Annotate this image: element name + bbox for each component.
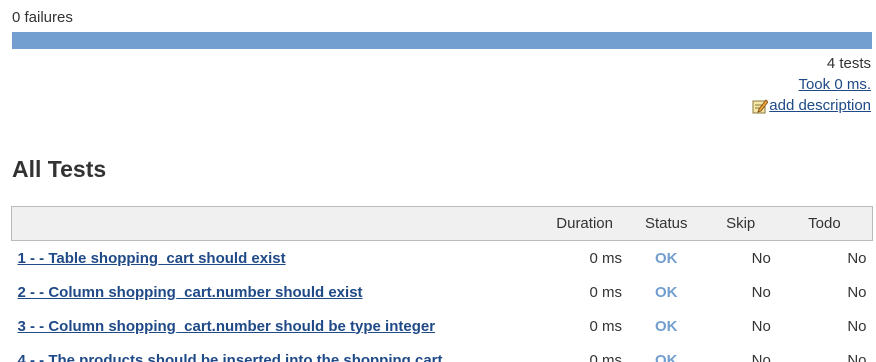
test-link[interactable]: 2 - - Column shopping_cart.number should… bbox=[18, 284, 363, 301]
test-skip: No bbox=[751, 351, 771, 362]
test-link[interactable]: 3 - - Column shopping_cart.number should… bbox=[18, 318, 436, 335]
table-row: 4 - - The products should be inserted in… bbox=[12, 343, 873, 362]
test-todo: No bbox=[847, 317, 867, 335]
table-row: 2 - - Column shopping_cart.number should… bbox=[12, 275, 873, 309]
test-duration: 0 ms bbox=[589, 249, 623, 267]
tests-table: Duration Status Skip Todo 1 - - Table sh… bbox=[11, 206, 873, 362]
failures-count: 0 failures bbox=[12, 9, 73, 26]
test-todo: No bbox=[847, 351, 867, 362]
test-status: OK bbox=[655, 351, 678, 362]
summary-panel: 4 tests Took 0 ms. add description bbox=[752, 53, 871, 120]
test-duration: 0 ms bbox=[589, 351, 623, 362]
table-row: 3 - - Column shopping_cart.number should… bbox=[12, 309, 873, 343]
test-skip: No bbox=[751, 317, 771, 335]
test-progress-bar bbox=[12, 32, 872, 49]
section-title: All Tests bbox=[12, 156, 107, 182]
column-header-todo[interactable]: Todo bbox=[776, 206, 873, 241]
test-duration: 0 ms bbox=[589, 283, 623, 301]
column-header-status[interactable]: Status bbox=[628, 206, 705, 241]
test-status: OK bbox=[655, 249, 678, 267]
test-todo: No bbox=[847, 249, 867, 267]
column-header-duration[interactable]: Duration bbox=[541, 206, 629, 241]
add-description-link[interactable]: add description bbox=[752, 95, 871, 116]
column-header-skip[interactable]: Skip bbox=[704, 206, 777, 241]
test-skip: No bbox=[751, 249, 771, 267]
tests-count: 4 tests bbox=[826, 55, 871, 72]
edit-pencil-icon bbox=[752, 98, 769, 113]
add-description-label: add description bbox=[769, 97, 871, 114]
table-row: 1 - - Table shopping_cart should exist 0… bbox=[12, 241, 873, 276]
test-report-page: 0 failures 4 tests Took 0 ms. add descri… bbox=[0, 0, 876, 362]
test-status: OK bbox=[655, 283, 678, 301]
progress-bar-fill bbox=[12, 32, 872, 49]
test-link[interactable]: 1 - - Table shopping_cart should exist bbox=[18, 250, 286, 267]
table-header-row: Duration Status Skip Todo bbox=[11, 206, 873, 241]
test-duration: 0 ms bbox=[589, 317, 623, 335]
took-duration-link[interactable]: Took 0 ms. bbox=[798, 76, 871, 93]
column-header-name bbox=[11, 206, 542, 241]
test-link[interactable]: 4 - - The products should be inserted in… bbox=[18, 352, 447, 362]
test-status: OK bbox=[655, 317, 678, 335]
test-skip: No bbox=[751, 283, 771, 301]
test-todo: No bbox=[847, 283, 867, 301]
